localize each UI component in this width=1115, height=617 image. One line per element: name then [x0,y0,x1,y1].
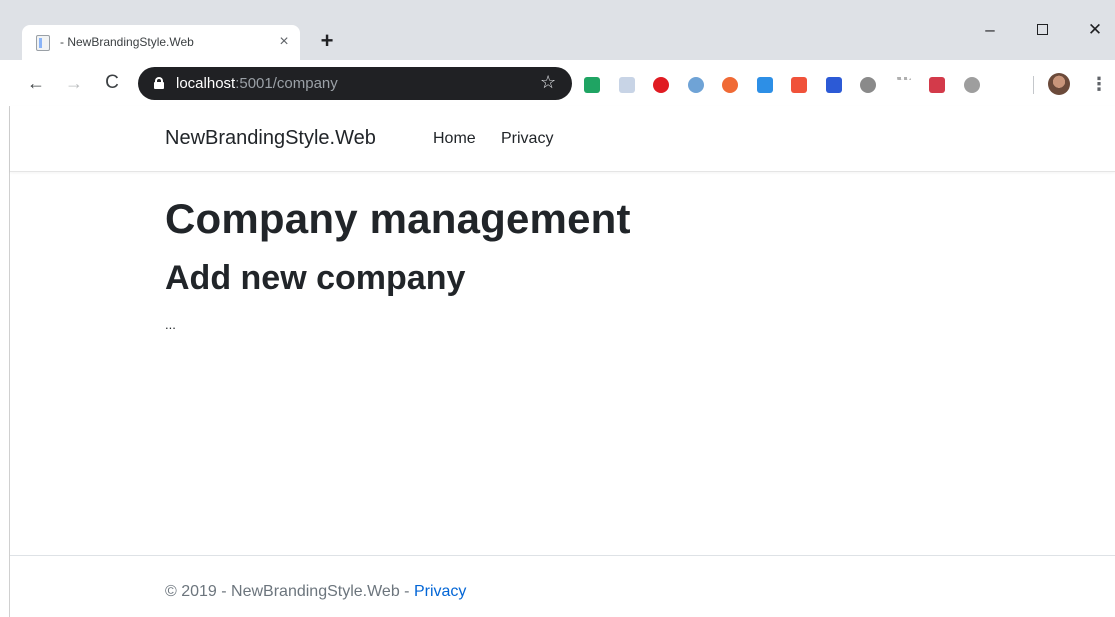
window-minimize-button[interactable]: – [975,18,1005,42]
back-button[interactable]: ← [24,71,48,95]
profile-avatar[interactable] [1048,73,1070,95]
ublock-icon[interactable] [722,77,738,93]
url-host: localhost [176,75,236,92]
window-close-button[interactable]: ✕ [1080,18,1110,42]
browser-tab[interactable]: - NewBrandingStyle.Web × [22,25,300,60]
maximize-icon [1036,24,1048,35]
forward-button[interactable]: → [62,71,86,95]
tab-strip: - NewBrandingStyle.Web × + – ✕ [0,0,1115,60]
window-maximize-button[interactable] [1027,18,1057,42]
react-devtools-icon[interactable] [618,77,635,93]
lock-icon[interactable] [154,77,164,89]
tab-title: - NewBrandingStyle.Web [60,35,194,49]
bookmark-icon[interactable] [825,77,842,93]
url-text[interactable]: localhost:5001/company [176,75,338,92]
site-navbar: NewBrandingStyle.Web Home Privacy [10,106,1115,172]
window-resizer-icon[interactable] [756,77,773,93]
browser-chrome: - NewBrandingStyle.Web × + – ✕ ← → C loc… [0,0,1115,106]
dots-icon[interactable] [894,77,911,83]
window-left-edge [0,106,10,617]
new-tab-button[interactable]: + [315,29,339,53]
footer-text: © 2019 - NewBrandingStyle.Web - Privacy [165,583,466,601]
url-path: :5001/company [235,75,338,92]
puzzle-icon[interactable] [963,77,980,93]
browser-menu-icon[interactable]: ⋮ [1090,74,1108,94]
timer-icon[interactable] [860,77,876,93]
opera-icon[interactable] [653,77,669,93]
nav-link-home[interactable]: Home [433,130,476,148]
footer-copyright: © 2019 - NewBrandingStyle.Web - [165,583,414,600]
edge-icon[interactable] [687,77,704,93]
bookmark-star-icon[interactable]: ☆ [540,72,556,93]
address-bar[interactable]: localhost:5001/company ☆ [138,67,572,100]
toolbar-divider [1033,76,1034,94]
site-footer: © 2019 - NewBrandingStyle.Web - Privacy [10,555,1115,617]
nav-link-privacy[interactable]: Privacy [501,130,553,148]
navbar-brand[interactable]: NewBrandingStyle.Web [165,127,376,150]
section-title: Add new company [165,259,466,297]
web-page: NewBrandingStyle.Web Home Privacy Compan… [10,106,1115,617]
footer-privacy-link[interactable]: Privacy [414,583,466,600]
browser-toolbar: ← → C localhost:5001/company ☆ ⋮ [0,60,1115,106]
google-drive-icon[interactable] [584,77,600,93]
pocket-icon[interactable] [929,77,945,93]
reload-button[interactable]: C [100,71,124,95]
page-favicon-icon [36,35,50,51]
tab-close-icon[interactable]: × [274,32,294,52]
content-placeholder: ... [165,317,176,332]
feedback-icon[interactable] [791,77,807,93]
page-title: Company management [165,195,631,242]
